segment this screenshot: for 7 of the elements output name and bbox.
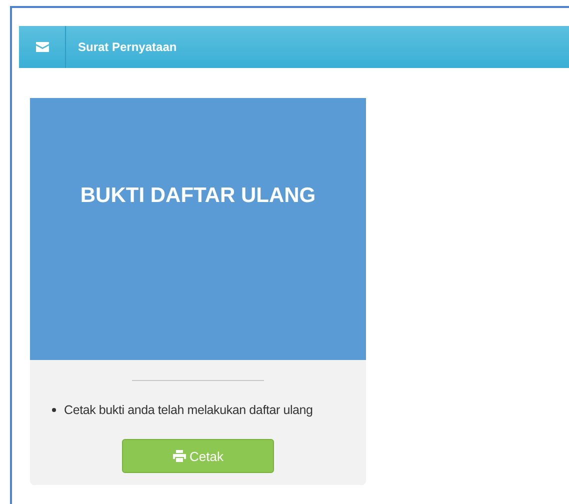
list-item: Cetak bukti anda telah melakukan daftar ulang bbox=[64, 403, 313, 417]
envelope-icon bbox=[36, 42, 48, 52]
print-button[interactable]: Cetak bbox=[122, 439, 274, 473]
banner-heading: BUKTI DAFTAR ULANG bbox=[80, 184, 316, 208]
bullet-icon bbox=[52, 408, 56, 412]
printer-icon bbox=[172, 450, 186, 462]
panel-title: Surat Pernyataan bbox=[78, 40, 177, 54]
